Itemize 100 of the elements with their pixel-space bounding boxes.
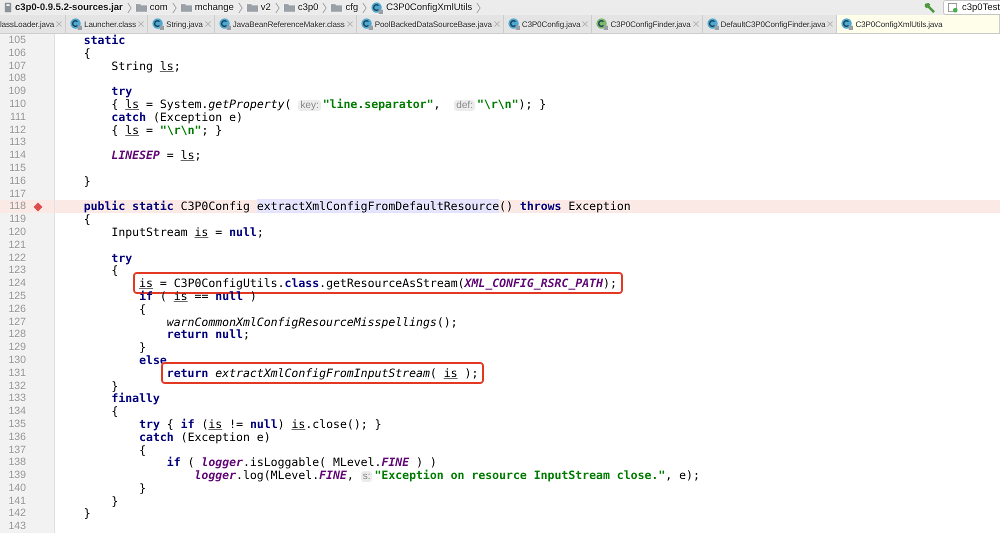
line-number: 138 [7, 456, 26, 470]
code-line: } [84, 506, 91, 520]
run-configuration-icon [948, 2, 958, 12]
code-line: { ls = "\r\n"; } [111, 122, 222, 137]
code-line: try [111, 84, 132, 98]
editor-tab[interactable]: JavaBeanReferenceMaker.class [214, 15, 357, 33]
editor-tab[interactable]: PoolBackedDataSourceBase.java [356, 15, 504, 33]
folder-icon [331, 3, 342, 12]
line-number: 126 [7, 302, 26, 316]
class-icon [360, 18, 373, 30]
editor-tab[interactable]: C3P0ConfigFinder.java [592, 15, 703, 33]
code-line: { [139, 442, 146, 456]
line-number: 133 [7, 392, 26, 406]
chevron-icon [238, 2, 243, 14]
line-number: 115 [8, 162, 26, 175]
line-number: 114 [8, 149, 26, 162]
line-number: 117 [8, 188, 26, 200]
hammer-icon[interactable] [922, 2, 935, 14]
breadcrumb-item[interactable]: c3p0 [298, 2, 318, 13]
line-number: 109 [7, 85, 26, 98]
code-line: String ls; [111, 58, 181, 73]
breadcrumb-item[interactable]: cfg [345, 2, 358, 13]
code-line: logger.log(MLevel.FINE, s: "Exception on resource InputStream close.", e); [194, 468, 700, 482]
breadcrumb-item[interactable]: c3p0-0.9.5.2-sources.jar [15, 2, 123, 13]
code-line: public static C3P0Config extractXmlConfigFromDefaultResource() throws Exception [84, 199, 631, 214]
editor-tab[interactable]: C3P0Config.java [504, 15, 592, 33]
class-icon [371, 2, 384, 14]
line-number: 121 [7, 238, 26, 252]
line-number: 112 [8, 124, 26, 136]
code-line: warnCommonXmlConfigResourceMisspellings(); [166, 314, 458, 329]
line-number: 107 [7, 60, 26, 72]
line-number: 111 [9, 110, 26, 124]
line-number: 136 [7, 430, 26, 444]
breadcrumb-item[interactable]: com [150, 2, 168, 13]
editor-tab[interactable]: Launcher.class [66, 15, 148, 33]
line-number: 123 [7, 264, 26, 278]
line-number: 142 [7, 507, 26, 520]
line-number: 143 [7, 520, 26, 534]
code-line: try [111, 250, 132, 265]
line-number: 129 [7, 341, 26, 354]
chevron-icon [362, 2, 368, 14]
editor-tab[interactable]: String.java [148, 15, 215, 33]
close-icon[interactable] [56, 21, 62, 27]
run-configuration-dropdown[interactable]: c3p0Test [942, 0, 1000, 15]
breakpoint-icon[interactable] [33, 202, 43, 212]
line-number: 140 [7, 482, 26, 495]
breadcrumb-item[interactable]: mchange [194, 2, 234, 13]
line-number: 110 [8, 98, 26, 111]
class-icon [508, 18, 520, 30]
class-icon [706, 18, 719, 30]
close-icon[interactable] [692, 21, 699, 27]
line-number: 125 [7, 290, 26, 303]
interface-icon [596, 18, 608, 30]
line-number: 116 [8, 174, 26, 188]
close-icon[interactable] [138, 21, 144, 27]
code-line: { ls = System.getProperty( key: "line.separator", def: "\r\n"); } [111, 96, 546, 111]
line-number: 120 [7, 226, 26, 239]
code-line: try { if (is != null) is.close(); } [139, 416, 382, 431]
chevron-icon [274, 2, 280, 14]
class-icon [218, 18, 231, 30]
line-number: 134 [7, 405, 26, 418]
chevron-icon [322, 2, 328, 14]
close-icon[interactable] [346, 21, 353, 27]
code-line: finally [111, 391, 160, 406]
line-number: 118 [8, 200, 26, 214]
line-number: 131 [7, 366, 26, 380]
code-line: } [139, 340, 146, 354]
close-icon[interactable] [494, 21, 500, 27]
code-line: { [84, 46, 91, 60]
line-number: 141 [7, 494, 26, 508]
chevron-icon [126, 2, 132, 14]
breadcrumb-item[interactable]: C3P0ConfigXmlUtils [386, 2, 472, 13]
code-line: { [111, 263, 118, 278]
code-line: return null; [166, 327, 250, 342]
archive-icon [4, 2, 12, 13]
breadcrumb-item[interactable]: v2 [260, 2, 271, 13]
line-number: 128 [7, 328, 26, 342]
line-number: 119 [8, 213, 26, 226]
code-line: InputStream is = null; [111, 224, 264, 239]
close-icon[interactable] [204, 21, 211, 27]
line-number: 132 [7, 380, 26, 392]
code-line: { [111, 404, 118, 418]
line-number: 113 [8, 136, 26, 150]
folder-icon [246, 3, 258, 12]
class-icon [152, 18, 164, 30]
editor-tab[interactable]: C3P0ConfigXmlUtils.java [837, 15, 1000, 33]
editor-tab[interactable]: lassLoader.java [0, 15, 66, 33]
code-line: static [84, 33, 126, 47]
line-number: 127 [7, 316, 26, 328]
close-icon[interactable] [827, 21, 834, 27]
line-number: 137 [7, 444, 26, 456]
code-line: catch (Exception e) [111, 110, 243, 124]
line-number: 122 [7, 252, 26, 264]
line-number: 108 [7, 72, 26, 86]
folder-icon [136, 3, 147, 12]
line-number: 139 [7, 469, 26, 482]
code-line: LINESEP = ls; [111, 148, 202, 162]
line-number: 130 [7, 354, 26, 367]
close-icon[interactable] [582, 21, 588, 27]
class-icon [70, 18, 82, 30]
